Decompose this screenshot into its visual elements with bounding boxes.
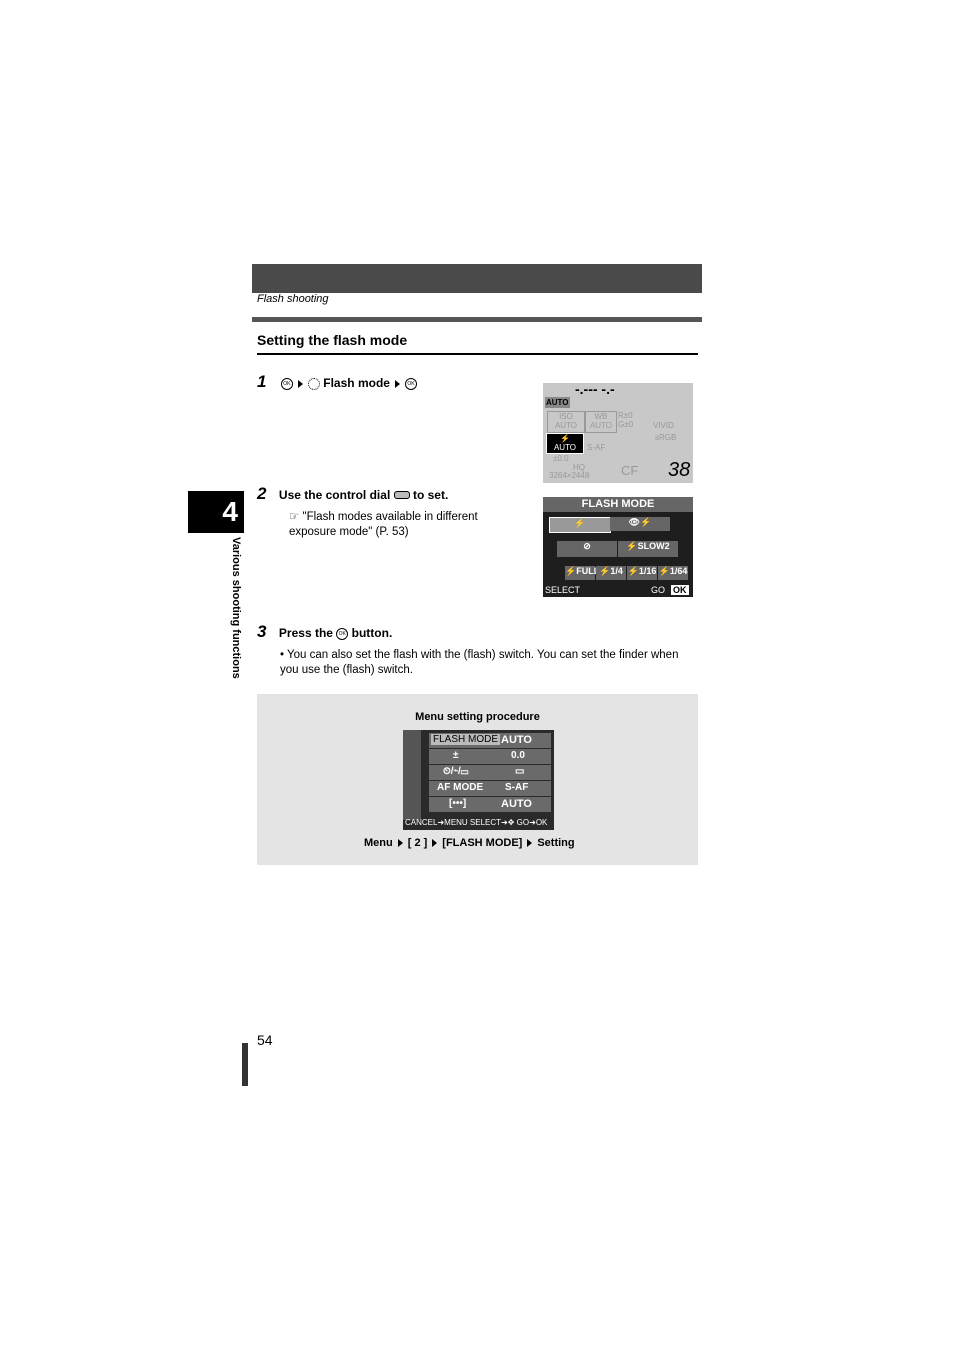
step-1: 1 OK Flash mode OK: [257, 372, 417, 392]
arrow-pad-icon: [307, 377, 320, 390]
menu-row[interactable]: AF MODE S-AF: [429, 781, 551, 796]
arrow-icon: [394, 379, 400, 388]
ok-button-icon: OK: [404, 377, 417, 390]
step-3: 3 Press the OK button.: [257, 622, 393, 641]
flash-option[interactable]: 👁⚡: [610, 517, 670, 531]
menu-row[interactable]: ±0.0: [429, 749, 551, 764]
section-title: Setting the flash mode: [257, 332, 408, 348]
divider: [257, 353, 698, 355]
header-bar: [252, 264, 702, 293]
menu-path: Menu[ 2 ] [FLASH MODE] Setting: [364, 837, 575, 849]
menu-row[interactable]: ⏲/⌁/▭ ▭: [429, 765, 551, 780]
flash-option[interactable]: ⚡1/4: [596, 566, 626, 580]
arrow-icon: [297, 379, 303, 388]
chapter-tab: 4: [188, 491, 244, 533]
breadcrumb: Flash shooting: [257, 293, 329, 305]
flash-mode-screen: FLASH MODE ⚡ 👁⚡ ⊘ ⚡SLOW2 ⚡FULL ⚡1/4 ⚡1/1…: [543, 497, 693, 597]
control-dial-icon: [393, 491, 410, 499]
menu-row[interactable]: [•••] AUTO: [429, 797, 551, 812]
reference-icon: ☞: [289, 511, 303, 523]
flash-option[interactable]: ⊘: [557, 541, 617, 557]
flash-option[interactable]: ⚡1/64: [658, 566, 688, 580]
menu-tabs: [403, 730, 421, 820]
step-2-reference: ☞ "Flash modes available in different ex…: [289, 511, 478, 538]
step-3-note: • You can also set the flash with the (f…: [280, 649, 679, 676]
ok-button-icon: OK: [336, 627, 349, 640]
flash-option[interactable]: ⚡1/16: [627, 566, 657, 580]
divider: [252, 317, 702, 322]
ok-button-icon: OK: [280, 377, 293, 390]
menu-row[interactable]: FLASH MODE AUTO: [429, 733, 551, 748]
flash-setting-highlight: ⚡ AUTO: [546, 433, 584, 454]
chapter-title: Various shooting functions: [230, 537, 242, 679]
page-marker: [242, 1043, 248, 1086]
manual-page: Flash shooting Setting the flash mode 4 …: [0, 0, 954, 1351]
flash-option[interactable]: ⚡: [549, 517, 611, 533]
menu-screen: FLASH MODE AUTO ±0.0 ⏲/⌁/▭ ▭ AF MODE S-AF […: [403, 730, 554, 830]
page-number: 54: [257, 1032, 273, 1048]
flash-option[interactable]: ⚡FULL: [565, 566, 599, 580]
step-2: 2 Use the control dial to set.: [257, 484, 449, 503]
control-panel-screen: AUTO -.--- -.- ISO AUTO WB AUTO R±0 G±0 VIV…: [543, 381, 693, 483]
flash-option[interactable]: ⚡SLOW2: [618, 541, 678, 557]
